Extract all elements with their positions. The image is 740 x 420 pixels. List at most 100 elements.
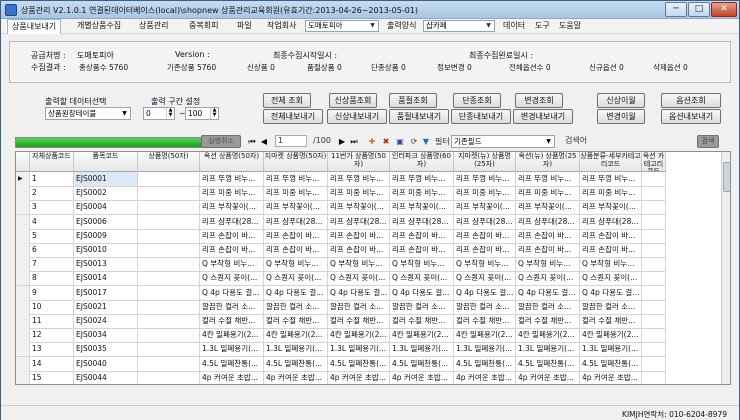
product-name-cell[interactable]: 4칸 밀폐용기(2... (516, 328, 580, 344)
column-header[interactable]: 옥션 상품명(50자) (200, 152, 264, 172)
product-name-cell[interactable]: 리프 뚜껑 비누... (516, 172, 580, 187)
product-name-cell[interactable]: 1.3L 밀폐용기(... (516, 342, 580, 358)
category-code-cell[interactable] (642, 328, 666, 344)
product-code-cell[interactable]: EJS0001 (74, 172, 138, 187)
row-indicator[interactable] (16, 200, 30, 216)
product-name-cell[interactable]: 1.3L 밀폐용기(... (200, 342, 264, 358)
row-indicator[interactable] (16, 299, 30, 315)
product-name-cell[interactable]: 4p 커여운 초밥... (390, 370, 454, 384)
product-name-cell[interactable]: 리프 손잡이 바... (328, 228, 390, 244)
category-code-cell[interactable] (642, 271, 666, 287)
query-discontinued-button[interactable]: 단종조회 (453, 93, 501, 108)
search-button[interactable]: 검색 (697, 135, 719, 148)
row-number-cell[interactable]: 15 (30, 370, 74, 384)
item-code-cell[interactable] (138, 328, 200, 344)
product-name-cell[interactable]: 4.5L 밀폐찬통(... (328, 356, 390, 372)
row-number-cell[interactable]: 13 (30, 342, 74, 358)
row-indicator[interactable] (16, 370, 30, 384)
row-number-cell[interactable]: 6 (30, 243, 74, 258)
product-name-cell[interactable]: 리프 손잡이 바... (390, 228, 454, 244)
category-code-cell[interactable] (642, 314, 666, 329)
query-new-button[interactable]: 신상품조회 (329, 93, 377, 108)
product-grid[interactable]: 자체상품코드 품목코드 상품명(50자) 옥션 상품명(50자) 지마켓 상품명(50자… (15, 151, 731, 385)
output-format-select[interactable]: 샵카페 ▼ (423, 20, 495, 32)
product-name-cell[interactable]: Q 부착형 비누... (390, 257, 454, 273)
product-name-cell[interactable]: 컬러 수절 채반... (328, 314, 390, 329)
row-indicator[interactable]: ▶ (16, 172, 30, 187)
product-code-cell[interactable]: EJS0040 (74, 356, 138, 372)
row-number-cell[interactable]: 11 (30, 314, 74, 329)
product-name-cell[interactable]: 4p 커여운 초밥... (264, 370, 328, 384)
table-row[interactable]: 10 EJS0021 깔끔한 컬러 소... 깔끔한 컬러 소... 깔끔한 컬러 소.… (16, 299, 721, 315)
row-indicator[interactable] (16, 314, 30, 329)
product-name-cell[interactable]: Q 스퀀지 꽂이(... (580, 271, 642, 287)
product-name-cell[interactable]: 1.3L 밀폐용기(... (328, 342, 390, 358)
product-name-cell[interactable]: 4.5L 밀폐찬통(... (580, 356, 642, 372)
product-name-cell[interactable]: 리프 뚜껑 비누... (454, 172, 516, 187)
table-row[interactable]: 5 EJS0009 리프 손잡이 바... 리프 손잡이 바... 리프 손잡이 바..… (16, 228, 721, 244)
product-name-cell[interactable]: 리프 샴푸대(28... (454, 214, 516, 230)
product-name-cell[interactable]: Q 스퀀지 꽂이(... (200, 271, 264, 287)
product-name-cell[interactable]: 1.3L 밀폐용기(... (580, 342, 642, 358)
export-options-button[interactable]: 옵션내보내기 (661, 109, 721, 124)
row-number-cell[interactable]: 10 (30, 299, 74, 315)
product-name-cell[interactable]: 깔끔한 컬러 소... (580, 299, 642, 315)
search-input[interactable]: 검색어 (563, 135, 695, 147)
product-name-cell[interactable]: 리프 미중 비누... (390, 186, 454, 202)
spin-arrows-icon[interactable]: ▲ ▼ (166, 108, 174, 119)
product-code-cell[interactable]: EJS0002 (74, 186, 138, 202)
column-header[interactable]: 지마켓(뉴) 상품명(25자) (454, 152, 516, 172)
product-name-cell[interactable]: 리프 손잡이 바... (516, 228, 580, 244)
table-row[interactable]: 14 EJS0040 4.5L 밀폐찬통(... 4.5L 밀폐찬통(... 4.5L … (16, 356, 721, 372)
product-name-cell[interactable]: 컬러 수절 채반... (516, 314, 580, 329)
product-name-cell[interactable]: 리프 손잡이 바... (328, 243, 390, 258)
column-header[interactable]: 인터파크 상품명(60자) (390, 152, 454, 172)
product-name-cell[interactable]: Q 4p 다용도 걸... (454, 285, 516, 301)
item-code-cell[interactable] (138, 271, 200, 287)
row-indicator[interactable] (16, 328, 30, 344)
item-code-cell[interactable] (138, 285, 200, 301)
product-name-cell[interactable]: 리프 손잡이 바... (580, 228, 642, 244)
column-header[interactable]: 옥션(뉴) 상품명(25자) (516, 152, 580, 172)
column-header[interactable]: 지마켓 상품명(50자) (264, 152, 328, 172)
table-row[interactable]: 8 EJS0014 Q 스퀀지 꽂이(... Q 스퀀지 꽂이(... Q 스퀀지 꽂이… (16, 271, 721, 287)
product-name-cell[interactable]: 4p 커여운 초밥... (516, 370, 580, 384)
delete-icon[interactable]: ✖ (381, 137, 391, 147)
category-code-cell[interactable] (642, 200, 666, 216)
column-header[interactable]: 옥션 카테고리코드 (642, 152, 666, 172)
product-name-cell[interactable]: Q 4p 다용도 걸... (200, 285, 264, 301)
product-name-cell[interactable]: 4p 커여운 초밥... (200, 370, 264, 384)
prev-page-icon[interactable]: ◀ (259, 137, 269, 147)
query-all-button[interactable]: 전체 조회 (263, 93, 311, 108)
row-number-cell[interactable]: 3 (30, 200, 74, 216)
row-number-cell[interactable]: 1 (30, 172, 74, 187)
row-indicator[interactable] (16, 228, 30, 244)
item-code-cell[interactable] (138, 314, 200, 329)
product-name-cell[interactable]: 리프 미중 비누... (516, 186, 580, 202)
table-row[interactable]: 9 EJS0017 Q 4p 다용도 걸... Q 4p 다용도 걸... Q 4p 다… (16, 285, 721, 301)
row-indicator[interactable] (16, 285, 30, 301)
item-code-cell[interactable] (138, 186, 200, 202)
row-indicator[interactable] (16, 271, 30, 287)
product-code-cell[interactable]: EJS0013 (74, 257, 138, 273)
product-name-cell[interactable]: 리프 손잡이 바... (580, 243, 642, 258)
row-indicator[interactable] (16, 186, 30, 202)
product-name-cell[interactable]: 리프 부착꽃이(... (580, 200, 642, 216)
row-number-cell[interactable]: 2 (30, 186, 74, 202)
product-name-cell[interactable]: 깔끔한 컬러 소... (390, 299, 454, 315)
item-code-cell[interactable] (138, 200, 200, 216)
category-code-cell[interactable] (642, 342, 666, 358)
query-soldout-button[interactable]: 품절조회 (389, 93, 437, 108)
first-page-icon[interactable]: ⏮ (247, 137, 257, 147)
product-name-cell[interactable]: 리프 부착꽃이(... (264, 200, 328, 216)
range-to-input[interactable]: 100 ▲ ▼ (185, 107, 219, 120)
category-code-cell[interactable] (642, 285, 666, 301)
close-button[interactable]: ✕ (711, 2, 737, 17)
category-code-cell[interactable] (642, 243, 666, 258)
product-name-cell[interactable]: 깔끔한 컬러 소... (200, 299, 264, 315)
product-name-cell[interactable]: Q 스퀀지 꽂이(... (390, 271, 454, 287)
product-name-cell[interactable]: 4칸 밀폐용기(2... (200, 328, 264, 344)
table-row[interactable]: 12 EJS0034 4칸 밀폐용기(2... 4칸 밀폐용기(2... 4칸 밀폐용기… (16, 328, 721, 344)
product-name-cell[interactable]: 4p 커여운 초밥... (580, 370, 642, 384)
product-name-cell[interactable]: Q 4p 다용도 걸... (516, 285, 580, 301)
